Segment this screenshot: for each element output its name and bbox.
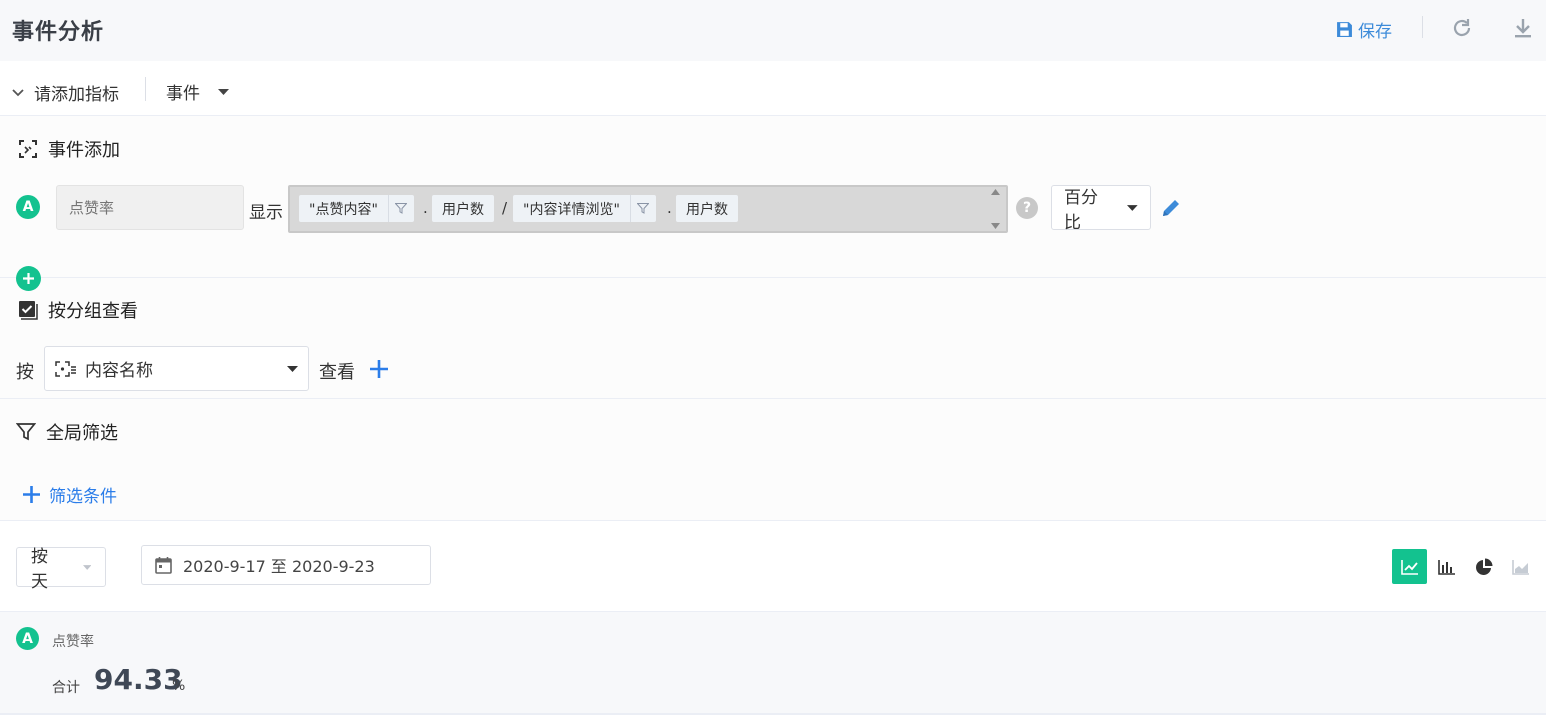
unit-value: 百分比 [1064, 187, 1098, 233]
event-add-title: 事件添加 [18, 136, 120, 162]
total-unit: % [172, 678, 186, 694]
metric-name-input[interactable] [56, 185, 244, 230]
add-event-button[interactable] [16, 266, 41, 291]
plus-icon [23, 486, 40, 503]
result-badge: A [16, 627, 39, 650]
pie-chart-button[interactable] [1466, 549, 1501, 584]
area-chart-button[interactable] [1503, 549, 1538, 584]
analysis-type-value: 事件 [166, 84, 200, 104]
filter-icon [395, 203, 408, 214]
formula-dot: . [667, 199, 672, 217]
formula-operator: / [502, 199, 508, 217]
caret-down-icon [1127, 204, 1138, 211]
event-add-label: 事件添加 [48, 140, 120, 161]
caret-down-icon [218, 88, 229, 95]
group-by-label: 按分组查看 [48, 301, 138, 322]
numerator-event-chip[interactable]: "点赞内容" [299, 195, 414, 222]
bar-chart-button[interactable] [1429, 549, 1464, 584]
event-icon [19, 140, 37, 158]
caret-down-icon [82, 564, 91, 570]
result-metric-name: 点赞率 [52, 634, 94, 650]
group-property-value: 内容名称 [85, 361, 153, 381]
total-value: 94.33 [94, 663, 183, 696]
denominator-measure-label: 用户数 [686, 201, 728, 218]
pie-chart-icon [1475, 558, 1492, 575]
group-by-title[interactable]: 按分组查看 [18, 297, 138, 323]
formula-dot: . [423, 199, 428, 217]
help-icon[interactable]: ? [1016, 197, 1038, 219]
line-chart-button[interactable] [1392, 549, 1427, 584]
refresh-icon [1453, 19, 1471, 37]
granularity-value: 按天 [31, 547, 48, 592]
filter-icon [16, 423, 36, 441]
edit-icon[interactable] [1160, 197, 1182, 219]
bar-chart-icon [1437, 559, 1455, 575]
plus-icon [370, 360, 388, 378]
toolbar-divider [1422, 16, 1423, 38]
scroll-down-icon [990, 223, 1000, 229]
date-range-picker[interactable]: 2020-9-17 至 2020-9-23 [141, 545, 431, 585]
plus-icon [23, 273, 34, 284]
group-view-suffix: 查看 [319, 362, 355, 383]
denominator-event-chip[interactable]: "内容详情浏览" [513, 195, 656, 222]
numerator-event-label: "点赞内容" [309, 201, 378, 218]
download-button[interactable] [1512, 16, 1534, 40]
filter-icon [637, 203, 650, 214]
add-metric-label: 请添加指标 [34, 85, 119, 105]
denominator-event-label: "内容详情浏览" [523, 201, 620, 218]
analysis-type-select[interactable]: 事件 [166, 79, 229, 104]
top-bar [0, 0, 1546, 61]
property-icon [55, 360, 76, 377]
add-filter-label: 筛选条件 [49, 487, 117, 507]
denominator-filter-button[interactable] [629, 195, 656, 222]
numerator-measure-label: 用户数 [442, 201, 484, 218]
date-range-value: 2020-9-17 至 2020-9-23 [183, 557, 375, 576]
result-summary [0, 612, 1546, 715]
total-label: 合计 [52, 680, 80, 696]
add-filter-condition-button[interactable]: 筛选条件 [22, 482, 117, 507]
page-title: 事件分析 [12, 20, 105, 45]
section-divider [0, 277, 1546, 278]
formula-scrollbar[interactable] [985, 187, 1005, 231]
refresh-button[interactable] [1450, 16, 1474, 40]
scroll-up-icon [990, 189, 1000, 195]
checkbox-checked-icon [19, 301, 38, 320]
save-icon [1337, 22, 1352, 37]
save-label: 保存 [1358, 22, 1392, 42]
unit-select[interactable]: 百分比 [1051, 185, 1151, 233]
area-chart-icon [1511, 559, 1529, 575]
group-by-prefix: 按 [16, 362, 34, 383]
display-label: 显示 [249, 203, 283, 223]
section-divider [0, 398, 1546, 399]
line-chart-icon [1400, 559, 1418, 575]
caret-down-icon [287, 365, 298, 372]
time-granularity-select[interactable]: 按天 [16, 547, 106, 592]
global-filter-title: 全局筛选 [16, 419, 118, 445]
add-group-button[interactable] [368, 358, 390, 380]
download-icon [1515, 19, 1531, 38]
denominator-measure-chip[interactable]: 用户数 [676, 195, 738, 222]
global-filter-label: 全局筛选 [46, 423, 118, 444]
add-metric-toggle[interactable]: 请添加指标 [12, 80, 119, 105]
event-badge: A [16, 195, 40, 219]
chevron-down-icon [12, 88, 24, 96]
calendar-icon [155, 556, 172, 574]
metric-bar [0, 61, 1546, 116]
numerator-measure-chip[interactable]: 用户数 [432, 195, 494, 222]
save-button[interactable]: 保存 [1336, 17, 1392, 42]
numerator-filter-button[interactable] [387, 195, 414, 222]
group-property-select[interactable]: 内容名称 [44, 346, 309, 391]
metric-divider [145, 77, 146, 101]
